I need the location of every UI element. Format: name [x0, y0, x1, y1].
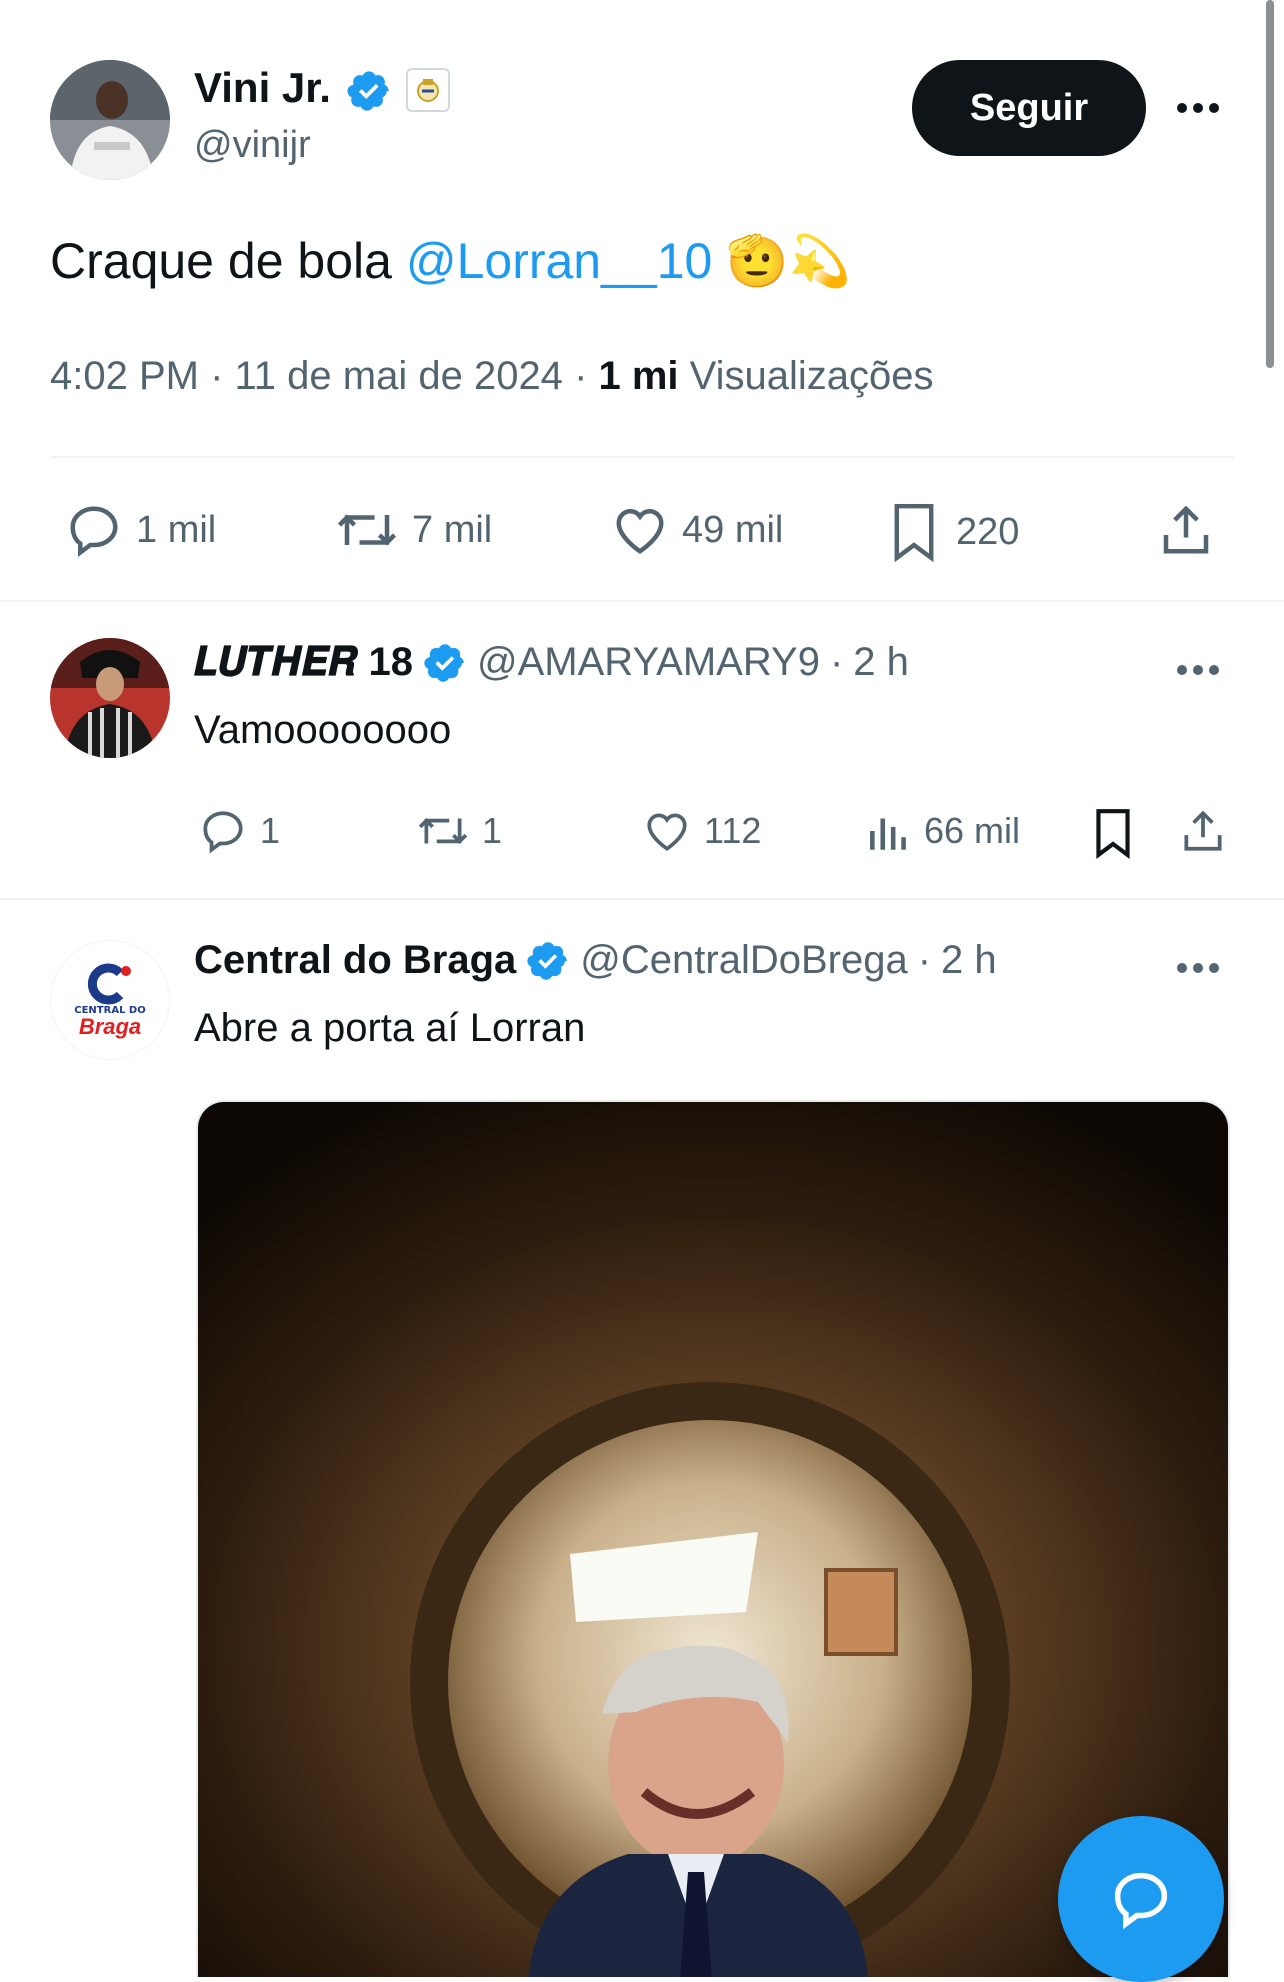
views-count[interactable]: 1 mi: [599, 354, 679, 398]
reply-avatar[interactable]: [50, 638, 170, 758]
logo-text-bottom: Braga: [78, 1013, 142, 1039]
reply-divider: [0, 898, 1284, 900]
like-icon: [642, 806, 692, 856]
tweet-date[interactable]: 11 de mai de 2024: [235, 354, 563, 398]
reply-author-name[interactable]: 𝑳𝑼𝑻𝑯𝑬𝑹 18: [194, 640, 413, 685]
reply-count: 1 mil: [136, 508, 217, 551]
tweet-emojis: 🫡💫: [726, 233, 851, 289]
more-icon[interactable]: [1174, 96, 1222, 120]
meta-separator: ·: [917, 938, 932, 982]
like-action[interactable]: 112: [642, 806, 761, 856]
tweet-text: Craque de bola @Lorran__10 🫡💫: [50, 232, 851, 291]
verified-badge-icon: [423, 641, 467, 685]
thread-divider: [0, 600, 1284, 602]
reply-icon: [64, 500, 124, 560]
meta-separator: ·: [574, 354, 599, 398]
reply-time[interactable]: 2 h: [941, 938, 997, 983]
retweet-count: 1: [482, 810, 503, 851]
more-icon[interactable]: [1174, 658, 1222, 682]
meta-separator: ·: [210, 354, 235, 398]
views-icon: [866, 806, 912, 856]
author-avatar[interactable]: [50, 60, 170, 180]
share-icon[interactable]: [1178, 806, 1228, 856]
reply-time[interactable]: 2 h: [853, 640, 909, 685]
reply-action[interactable]: 1 mil: [64, 500, 216, 560]
meta-divider: [50, 456, 1234, 458]
more-icon[interactable]: [1174, 956, 1222, 980]
reply-media-image[interactable]: [196, 1100, 1230, 1977]
affiliate-badge-icon: [406, 68, 450, 112]
tweet-time[interactable]: 4:02 PM: [50, 354, 199, 398]
follow-button[interactable]: Seguir: [912, 60, 1146, 156]
reply-header: 𝑳𝑼𝑻𝑯𝑬𝑹 18 @AMARYAMARY9 · 2 h: [194, 640, 909, 685]
verified-badge-icon: [526, 939, 570, 983]
tweet-text-body: Craque de bola: [50, 233, 392, 289]
tweet-meta: 4:02 PM · 11 de mai de 2024 · 1 mi Visua…: [50, 354, 934, 399]
reply-count: 1: [260, 810, 281, 851]
retweet-action[interactable]: 1: [416, 806, 502, 856]
share-icon[interactable]: [1156, 500, 1216, 560]
author-name[interactable]: Vini Jr.: [194, 64, 331, 112]
like-count: 49 mil: [682, 508, 784, 551]
central-logo-icon: [87, 963, 131, 1004]
retweet-icon: [416, 806, 470, 856]
mention-link[interactable]: @Lorran__10: [406, 233, 713, 289]
like-action[interactable]: 49 mil: [610, 500, 783, 560]
retweet-icon: [334, 500, 400, 560]
author-handle[interactable]: @vinijr: [194, 124, 311, 167]
bookmark-icon[interactable]: [1088, 806, 1138, 860]
views-count: 66 mil: [924, 810, 1021, 851]
meta-separator: ·: [829, 640, 844, 684]
like-count: 112: [704, 810, 762, 851]
retweet-action[interactable]: 7 mil: [334, 500, 492, 560]
bookmark-icon: [884, 500, 944, 564]
verified-badge-icon: [346, 68, 392, 114]
reply-text: Abre a porta aí Lorran: [194, 1006, 586, 1050]
reply-header: Central do Braga @CentralDoBrega · 2 h: [194, 938, 997, 983]
reply-icon: [198, 806, 248, 856]
reply-author-handle[interactable]: @CentralDoBrega: [580, 938, 907, 983]
views-action[interactable]: 66 mil: [866, 806, 1020, 856]
reply-author-name[interactable]: Central do Braga: [194, 938, 516, 983]
reply-author-handle[interactable]: @AMARYAMARY9: [477, 640, 820, 685]
bookmark-action[interactable]: 220: [884, 500, 1019, 564]
retweet-count: 7 mil: [412, 508, 493, 551]
reply-avatar[interactable]: CENTRAL DO Braga: [50, 940, 170, 1060]
compose-reply-button[interactable]: [1058, 1816, 1224, 1982]
views-label: Visualizações: [689, 354, 934, 398]
bookmark-count: 220: [956, 510, 1020, 553]
compose-reply-icon: [1108, 1866, 1174, 1932]
reply-text: Vamoooooooo: [194, 708, 452, 752]
scrollbar-thumb[interactable]: [1266, 0, 1274, 368]
reply-action[interactable]: 1: [198, 806, 280, 856]
like-icon: [610, 500, 670, 560]
